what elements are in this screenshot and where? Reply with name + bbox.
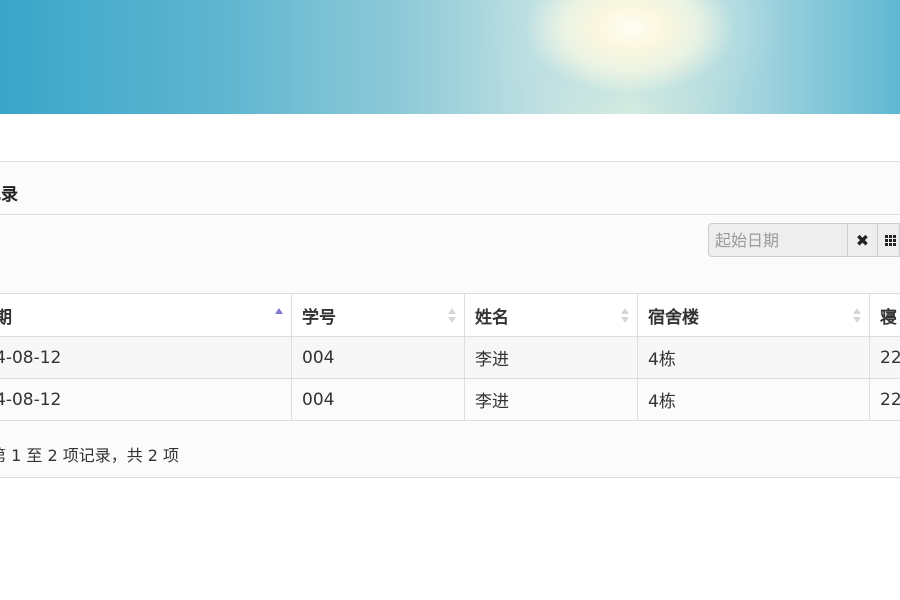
cell-name: 李进 <box>464 378 638 421</box>
panel-title: 记录 <box>0 185 18 205</box>
table-info: 第 1 至 2 项记录，共 2 项 <box>0 446 180 465</box>
cell-name: 李进 <box>464 336 638 379</box>
sort-both-icon <box>621 308 629 324</box>
column-header-student-id[interactable]: 学号 <box>291 293 465 337</box>
cell-room: 22 <box>869 378 900 421</box>
panel-heading: 记录 <box>0 162 900 215</box>
sort-both-icon <box>448 308 456 324</box>
cell-date: 4-08-12 <box>0 378 292 421</box>
records-panel: 记录 ✖ 期 学号 <box>0 161 900 478</box>
sort-both-icon <box>853 308 861 324</box>
sort-asc-icon <box>275 308 283 324</box>
clear-date-button[interactable]: ✖ <box>847 223 878 257</box>
cell-date: 4-08-12 <box>0 336 292 379</box>
calendar-icon <box>885 234 896 246</box>
header-banner <box>0 0 900 114</box>
column-header-building[interactable]: 宿舍楼 <box>637 293 870 337</box>
cell-room: 22 <box>869 336 900 379</box>
calendar-button[interactable] <box>878 223 900 257</box>
cell-building: 4栋 <box>637 336 870 379</box>
start-date-input[interactable] <box>708 223 847 257</box>
column-header-name[interactable]: 姓名 <box>464 293 638 337</box>
close-icon: ✖ <box>855 230 870 250</box>
table-row[interactable]: 4-08-12 004 李进 4栋 22 <box>0 336 900 379</box>
cell-student-id: 004 <box>291 336 465 379</box>
column-header-date[interactable]: 期 <box>0 293 292 337</box>
column-header-room[interactable]: 寝 <box>869 293 900 337</box>
records-table: 期 学号 姓名 宿舍楼 寝 <box>0 293 900 421</box>
table-row[interactable]: 4-08-12 004 李进 4栋 22 <box>0 378 900 421</box>
table-header-row: 期 学号 姓名 宿舍楼 寝 <box>0 293 900 337</box>
cell-building: 4栋 <box>637 378 870 421</box>
cell-student-id: 004 <box>291 378 465 421</box>
date-filter-group: ✖ <box>708 223 900 257</box>
